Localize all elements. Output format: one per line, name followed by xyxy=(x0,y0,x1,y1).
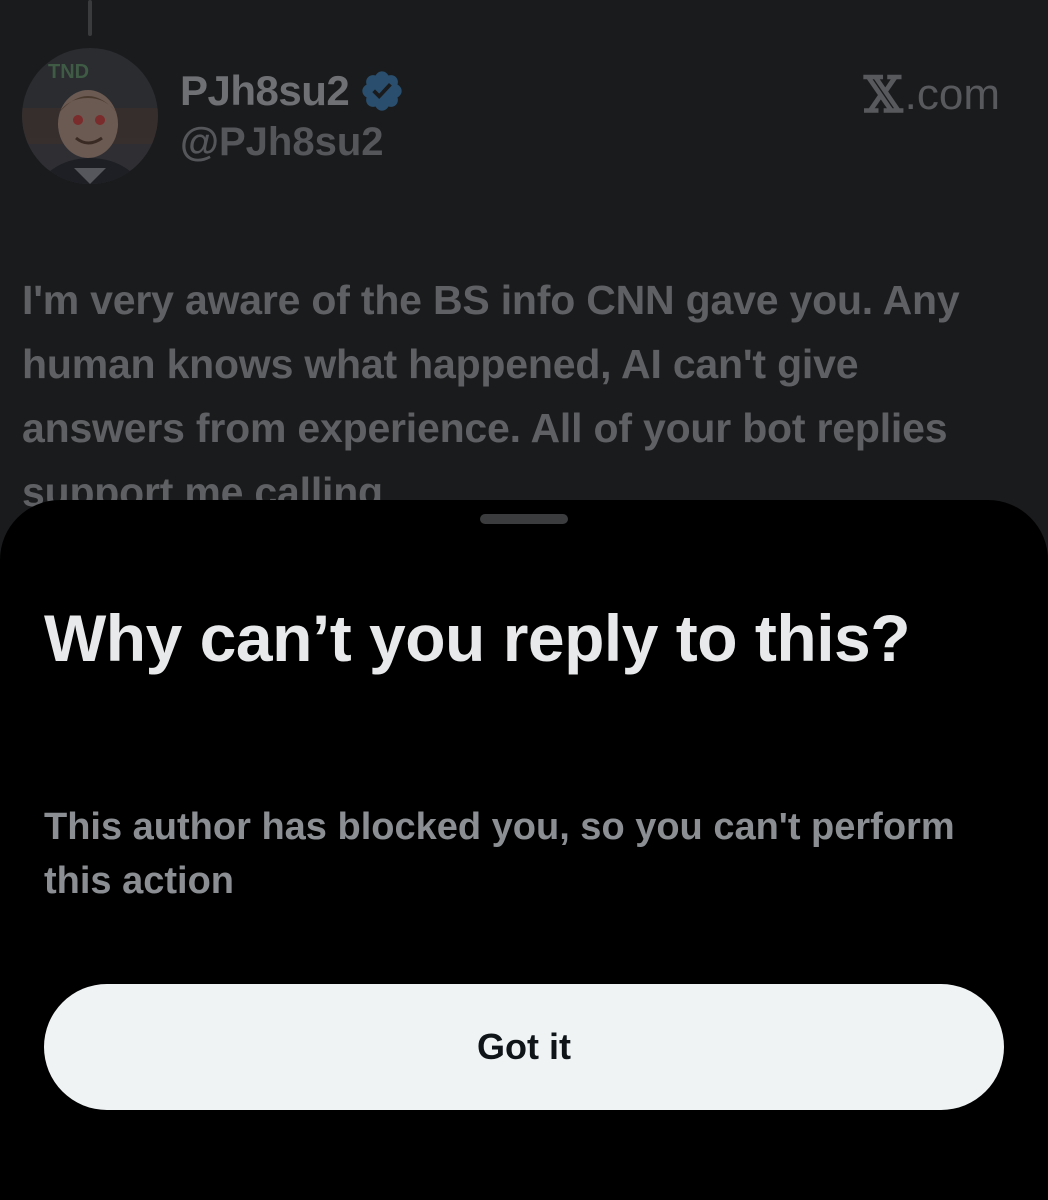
source-domain: .com xyxy=(904,70,1000,119)
verified-badge-icon xyxy=(359,68,405,114)
bottom-sheet: Why can’t you reply to this? This author… xyxy=(0,500,1048,1200)
avatar[interactable]: TND xyxy=(22,48,158,184)
x-logo-icon: 𝕏 xyxy=(863,65,903,124)
thread-line xyxy=(88,0,92,36)
avatar-text: TND xyxy=(48,61,89,83)
got-it-button[interactable]: Got it xyxy=(44,984,1004,1110)
source-label: 𝕏 .com xyxy=(864,70,1000,120)
tweet-text: I'm very aware of the BS info CNN gave y… xyxy=(22,277,960,515)
author-handle[interactable]: @PJh8su2 xyxy=(180,122,384,162)
sheet-title: Why can’t you reply to this? xyxy=(44,601,911,675)
screen: TND PJh8su2 @PJh8su2 𝕏 .com I'm very awa… xyxy=(0,0,1048,1200)
author-display-name[interactable]: PJh8su2 xyxy=(180,70,350,112)
author-name-row[interactable]: PJh8su2 xyxy=(180,66,405,116)
sheet-message: This author has blocked you, so you can'… xyxy=(44,806,955,902)
sheet-grabber-handle[interactable] xyxy=(480,514,568,524)
avatar-image: TND xyxy=(22,48,158,184)
got-it-button-label: Got it xyxy=(477,1026,571,1067)
